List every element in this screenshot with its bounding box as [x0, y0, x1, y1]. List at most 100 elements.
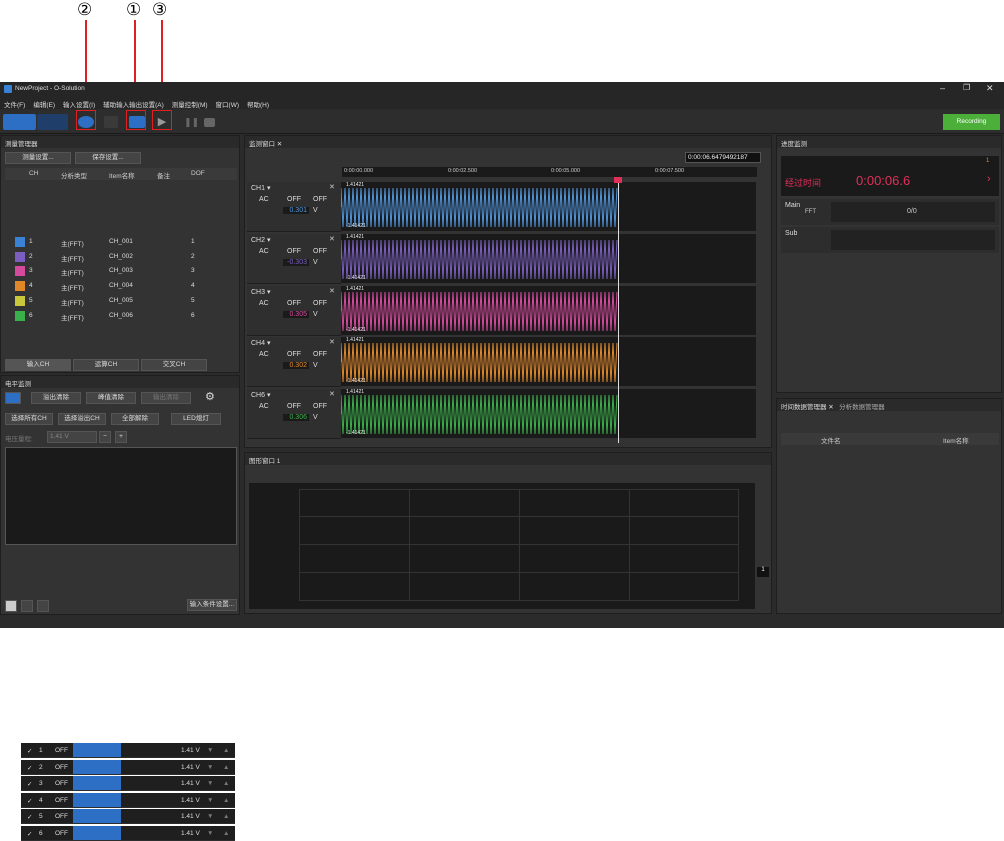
export-icon[interactable] [259, 116, 273, 128]
view-list-icon[interactable] [5, 600, 17, 612]
ac-label: AC [259, 403, 269, 411]
deselect-all-button[interactable]: 全部解除 [111, 413, 159, 425]
waveform [341, 343, 618, 383]
restore-icon[interactable]: ❐ [963, 83, 970, 92]
channel-control[interactable]: CH2 ▾ ✕ AC OFF OFF -0.303 V [247, 233, 341, 284]
channel-name: CH3 ▾ [251, 288, 271, 296]
chevron-right-icon[interactable]: › [987, 173, 991, 185]
menu-input[interactable]: 输入设置(I) [59, 97, 99, 109]
callout-2: ② [77, 0, 93, 20]
up-arrow-icon[interactable]: ▲ [223, 830, 229, 837]
dof-cell: 6 [191, 311, 195, 319]
dof-cell: 3 [191, 267, 195, 275]
up-arrow-icon[interactable]: ▲ [223, 764, 229, 771]
measure-settings-button[interactable]: 测量设置... [5, 152, 71, 164]
down-arrow-icon[interactable]: ▼ [207, 830, 213, 837]
up-arrow-icon[interactable]: ▲ [223, 780, 229, 787]
range-plus-button[interactable]: + [115, 431, 127, 443]
menu-measure[interactable]: 测量控制(M) [168, 97, 212, 109]
channel-control[interactable]: CH3 ▾ ✕ AC OFF OFF 0.305 V [247, 285, 341, 336]
peak-clear-button[interactable]: 峰值清除 [86, 392, 136, 404]
close-icon[interactable]: ✕ [329, 338, 335, 346]
level-row[interactable]: ✓ 5 OFF 1.41 V ▼ ▲ [21, 809, 235, 824]
level-row[interactable]: ✓ 3 OFF 1.41 V ▼ ▲ [21, 776, 235, 791]
range-select[interactable]: 1.41 V [47, 431, 97, 443]
table-row[interactable]: 3 主(FFT) CH_003 3 [5, 264, 235, 278]
item-cell: CH_005 [109, 296, 133, 304]
close-icon[interactable]: ✕ [329, 390, 335, 398]
panel-title: 图形窗口 1 [245, 453, 771, 465]
table-row[interactable]: 4 主(FFT) CH_004 4 [5, 279, 235, 293]
select-all-ch-button[interactable]: 选择所有CH [5, 413, 53, 425]
pause-icon[interactable]: ❚❚ [184, 116, 199, 128]
file-table-header: 文件名 Item名称 [781, 433, 999, 445]
cursor-marker-icon[interactable] [614, 177, 622, 183]
ch-cell: 3 [29, 267, 33, 275]
down-arrow-icon[interactable]: ▼ [207, 747, 213, 754]
overflow-clear-button[interactable]: 溢出清除 [31, 392, 81, 404]
graph-settings-icon[interactable] [104, 116, 118, 128]
check-icon[interactable]: ✓ [27, 813, 32, 821]
table-row[interactable]: 5 主(FFT) CH_005 5 [5, 294, 235, 308]
menu-edit[interactable]: 编辑(E) [29, 97, 59, 109]
check-icon[interactable]: ✓ [27, 780, 32, 788]
down-arrow-icon[interactable]: ▼ [207, 764, 213, 771]
menu-file[interactable]: 文件(F) [0, 97, 29, 109]
channel-control[interactable]: CH6 ▾ ✕ AC OFF OFF 0.306 V [247, 389, 341, 440]
tab-time-data[interactable]: 时间数据管理器 [781, 404, 827, 411]
stop-icon[interactable] [204, 118, 215, 127]
check-icon[interactable]: ✓ [27, 747, 32, 755]
table-header: CH 分析类型 Item名称 备注 DOF [5, 168, 237, 180]
down-arrow-icon[interactable]: ▼ [207, 797, 213, 804]
select-overflow-ch-button[interactable]: 选择溢出CH [58, 413, 106, 425]
input-condition-button[interactable]: 输入条件设置... [187, 599, 237, 611]
tab-input-ch[interactable]: 输入CH [5, 359, 71, 371]
range-minus-button[interactable]: − [99, 431, 111, 443]
layout-measure-button[interactable] [3, 114, 36, 130]
channel-control[interactable]: CH1 ▾ ✕ AC OFF OFF 0.301 V [247, 182, 341, 232]
output-clear-button[interactable]: 输出清除 [141, 392, 191, 404]
down-arrow-icon[interactable]: ▼ [207, 813, 213, 820]
menu-help[interactable]: 帮助(H) [243, 97, 273, 109]
title-bar: NewProject - O-Solution – ❐ ✕ [0, 82, 1004, 97]
save-settings-button[interactable]: 保存设置... [75, 152, 141, 164]
tab-cross-ch[interactable]: 交叉CH [141, 359, 207, 371]
close-icon[interactable]: ✕ [329, 183, 335, 191]
close-icon[interactable]: ✕ [986, 83, 994, 94]
layout-monitor-button[interactable] [37, 114, 68, 130]
gear-icon[interactable]: ⚙ [205, 390, 215, 403]
down-arrow-icon[interactable]: ▼ [207, 780, 213, 787]
level-icon[interactable] [5, 392, 21, 404]
main-progress-bar: 0/0 [831, 202, 995, 222]
close-icon[interactable]: ✕ [329, 287, 335, 295]
level-row[interactable]: ✓ 2 OFF 1.41 V ▼ ▲ [21, 759, 235, 775]
close-icon[interactable]: ✕ [329, 235, 335, 243]
menu-window[interactable]: 窗口(W) [212, 97, 243, 109]
level-row[interactable]: ✓ 4 OFF 1.41 V ▼ ▲ [21, 792, 235, 808]
menu-aux[interactable]: 辅助输入输出设置(A) [99, 97, 168, 109]
led-off-button[interactable]: LED熄灯 [171, 413, 221, 425]
check-icon[interactable]: ✓ [27, 830, 32, 838]
check-icon[interactable]: ✓ [27, 764, 32, 772]
channel-control[interactable]: CH4 ▾ ✕ AC OFF OFF 0.302 V [247, 337, 341, 388]
up-arrow-icon[interactable]: ▲ [223, 747, 229, 754]
table-row[interactable]: 1 主(FFT) CH_001 1 [5, 235, 235, 249]
view-dot-icon[interactable] [37, 600, 49, 612]
table-row[interactable]: 2 主(FFT) CH_002 2 [5, 250, 235, 264]
ch-cell: 2 [29, 252, 33, 260]
up-arrow-icon[interactable]: ▲ [223, 797, 229, 804]
check-icon[interactable]: ✓ [27, 797, 32, 805]
recording-button[interactable]: Recording [943, 114, 1000, 130]
data-manager-panel: 时间数据管理器 ✕ 分析数据管理器 文件名 Item名称 [776, 398, 1002, 614]
level-row[interactable]: ✓ 1 OFF 1.41 V ▼ ▲ [21, 743, 235, 758]
tab-analysis-data[interactable]: 分析数据管理器 [839, 404, 885, 411]
table-row[interactable]: 6 主(FFT) CH_006 6 [5, 309, 235, 323]
range-cell: 1.41 V [181, 796, 200, 804]
up-arrow-icon[interactable]: ▲ [223, 813, 229, 820]
view-bar-icon[interactable] [21, 600, 33, 612]
level-row[interactable]: ✓ 6 OFF 1.41 V ▼ ▲ [21, 825, 235, 841]
minimize-icon[interactable]: – [940, 83, 945, 93]
trigger-icon[interactable] [229, 116, 243, 128]
tab-calc-ch[interactable]: 运算CH [73, 359, 139, 371]
unit-label: V [313, 258, 318, 266]
